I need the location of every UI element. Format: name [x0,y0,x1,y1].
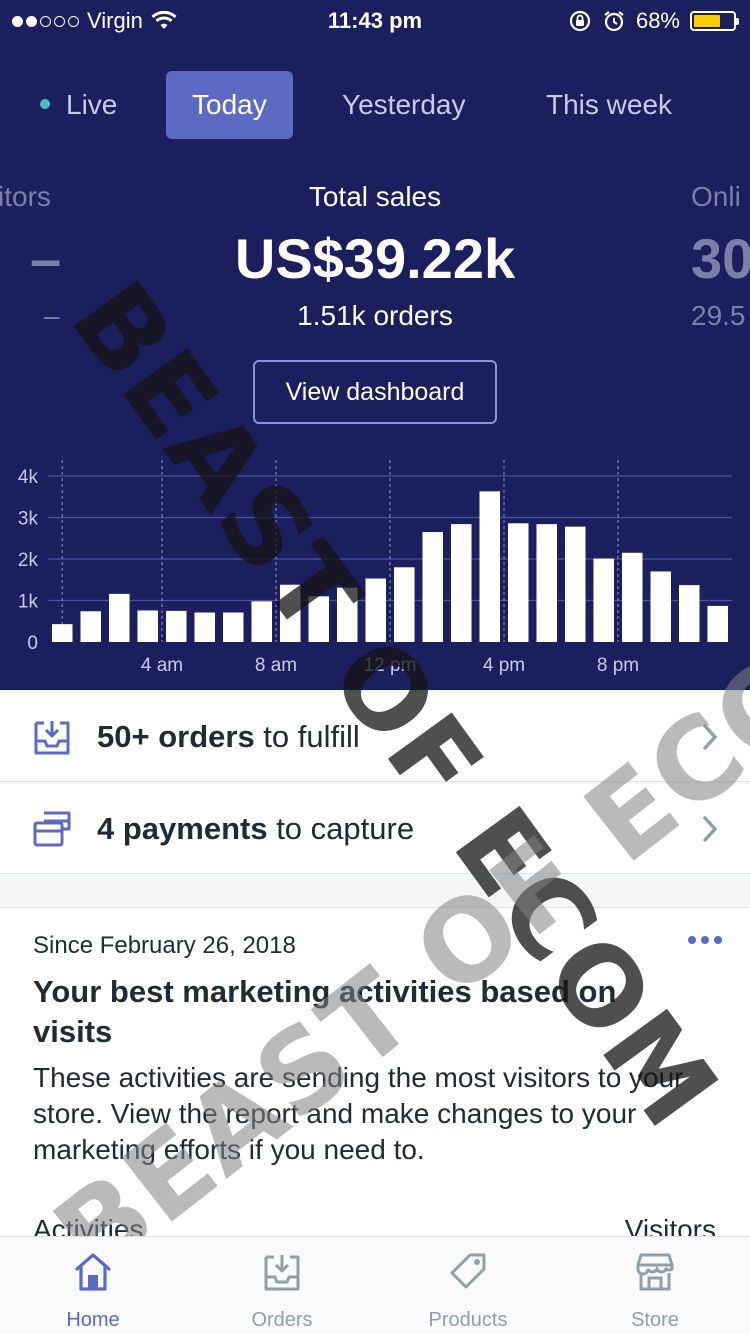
chart-bar [593,558,615,642]
chart-bar [650,571,672,642]
y-tick-label: 0 [27,633,38,654]
card-title: Your best marketing activities based on … [33,974,617,1049]
live-indicator-icon [40,98,50,109]
rotation-lock-icon [569,10,591,32]
orders-to-fulfill-text: 50+ orders to fulfill [97,719,360,754]
battery-percent: 68% [635,8,680,33]
chart-bar [279,584,301,642]
tab-today[interactable]: Today [166,71,293,139]
chart-bar [707,605,729,642]
chart-bar [336,587,358,642]
chart-bar [507,523,529,642]
chevron-right-icon [703,724,718,750]
chart-bar [365,578,387,642]
tab-this-week[interactable]: This week [520,71,698,139]
card-date-range: Since February 26, 2018 [33,932,296,959]
chart-bar [450,524,472,642]
chart-bar [165,610,187,642]
chart-bar [108,593,130,642]
x-tick-label: 8 am [255,655,297,676]
y-tick-label: 3k [18,509,39,530]
payments-icon [33,811,71,847]
tab-live[interactable]: Live [14,71,143,139]
x-tick-label: 4 am [141,655,183,676]
tab-home[interactable]: Home [13,1237,173,1334]
card-description: These activities are sending the most vi… [33,1062,684,1165]
y-tick-label: 2k [18,550,39,571]
chart-bar [479,491,501,642]
tab-orders[interactable]: Orders [202,1237,362,1334]
x-tick-label: 4 pm [483,655,525,676]
x-tick-label: 8 pm [597,655,639,676]
tab-yesterday[interactable]: Yesterday [316,71,492,139]
total-sales-label: Total sales [308,181,442,212]
chart-bar [536,524,558,642]
orders-count: 1.51k orders [297,300,453,331]
home-icon [75,1253,111,1291]
dashboard-header: Virgin 11:43 pm 68% Live Today Yesterday… [0,0,750,690]
chart-bar [80,611,102,642]
marketing-activities-card: Since February 26, 2018 Your best market… [0,907,750,1247]
online-value: 30 [691,227,750,290]
chart-bar [393,567,415,642]
chart-bar [51,624,73,642]
orders-to-fulfill-row[interactable]: 50+ orders to fulfill [0,692,750,782]
chart-bar [194,612,216,642]
more-options-icon[interactable] [688,936,722,944]
payments-to-capture-text: 4 payments to capture [97,811,415,846]
online-label: Onli [691,181,741,212]
chart-bar [621,552,643,642]
products-tag-icon [450,1253,486,1289]
sales-by-hour-chart: 4k 3k 2k 1k 0 4 am 8 am 12 pm 4 pm 8 pm [18,460,732,676]
date-range-tabs: Live Today Yesterday This week [0,71,750,139]
tab-products[interactable]: Products [388,1237,548,1334]
bottom-tab-bar: Home Orders Products Store [0,1236,750,1334]
orders-icon [264,1255,300,1291]
y-tick-label: 1k [18,592,39,613]
y-tick-label: 4k [18,467,39,488]
view-dashboard-button[interactable]: View dashboard [253,360,497,424]
alarm-icon [604,11,624,32]
x-tick-label: 12 pm [364,655,417,676]
tab-store[interactable]: Store [575,1237,735,1334]
chart-bar [251,601,273,642]
chart-bar [222,612,244,642]
chart-bar [564,526,586,642]
battery-icon [690,11,739,31]
chart-bar [137,610,159,642]
payments-to-capture-row[interactable]: 4 payments to capture [0,784,750,874]
chevron-right-icon [703,816,718,842]
chart-bar [308,596,330,642]
inbox-download-icon [34,721,70,755]
chart-bar [422,532,444,642]
store-icon [636,1253,674,1291]
total-sales-value: US$39.22k [234,227,516,290]
status-bar: Virgin 11:43 pm 68% [0,0,750,42]
chart-bar [678,585,700,642]
online-sub: 29.5 [691,300,746,331]
